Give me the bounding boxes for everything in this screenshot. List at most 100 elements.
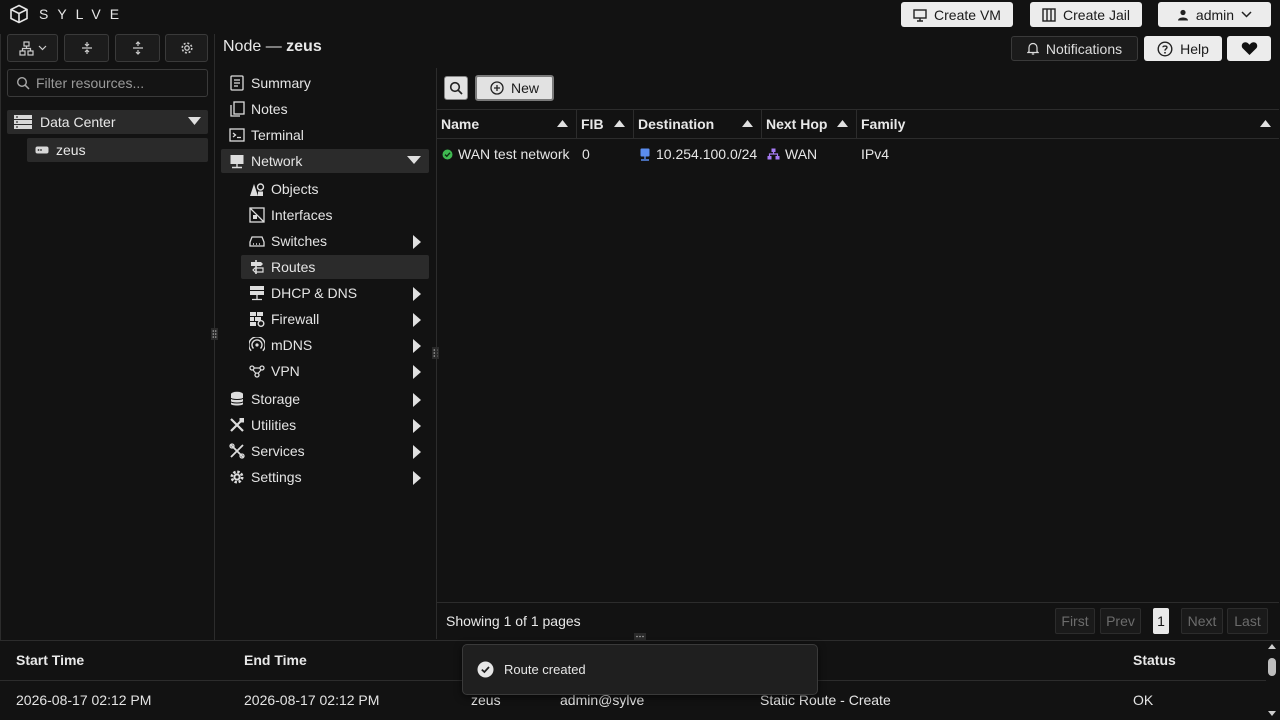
caret-right-icon <box>412 235 421 249</box>
node-label: zeus <box>56 142 86 158</box>
column-header-fib[interactable]: FIB <box>577 110 634 138</box>
donate-button[interactable] <box>1227 36 1271 61</box>
monitor-icon <box>913 8 927 22</box>
nav-item-settings[interactable]: Settings <box>221 465 429 489</box>
log-scrollbar[interactable] <box>1266 642 1278 718</box>
create-jail-button[interactable]: Create Jail <box>1030 2 1142 27</box>
nav-label: DHCP & DNS <box>271 285 358 301</box>
caret-right-icon <box>412 393 421 407</box>
nav-item-utilities[interactable]: Utilities <box>221 413 429 437</box>
gear-icon <box>180 41 194 55</box>
nav-item-vpn[interactable]: VPN <box>241 359 429 383</box>
log-header-status[interactable]: Status <box>1133 652 1176 668</box>
user-icon <box>1177 9 1189 21</box>
create-vm-button[interactable]: Create VM <box>901 2 1013 27</box>
sort-up-icon <box>837 120 848 127</box>
caret-down-icon[interactable] <box>188 117 201 125</box>
caret-right-icon <box>412 313 421 327</box>
last-page-button[interactable]: Last <box>1227 608 1268 634</box>
nav-item-summary[interactable]: Summary <box>221 71 429 95</box>
routes-icon <box>249 259 265 275</box>
nav-item-interfaces[interactable]: Interfaces <box>241 203 429 227</box>
cell-destination: 10.254.100.0/24 <box>639 145 757 163</box>
log-header-end-time[interactable]: End Time <box>244 652 307 668</box>
page-1-button[interactable]: 1 <box>1153 608 1169 634</box>
search-button[interactable] <box>444 76 468 100</box>
nav-item-objects[interactable]: Objects <box>241 177 429 201</box>
log-cell-status: OK <box>1133 692 1154 708</box>
nav-item-storage[interactable]: Storage <box>221 387 429 411</box>
app-title: SYLVE <box>39 6 129 22</box>
help-button[interactable]: Help <box>1144 36 1222 61</box>
log-header-start-time[interactable]: Start Time <box>16 652 84 668</box>
nav-item-network[interactable]: Network <box>221 149 429 173</box>
notes-icon <box>229 101 245 117</box>
first-page-button[interactable]: First <box>1055 608 1095 634</box>
nav-label: Summary <box>251 75 311 91</box>
nav-label: Switches <box>271 233 328 249</box>
sort-up-icon <box>557 120 568 127</box>
nav-label: Network <box>251 153 303 169</box>
status-ok-icon <box>442 149 453 160</box>
expand-icon <box>131 41 145 55</box>
prev-page-button[interactable]: Prev <box>1100 608 1141 634</box>
caret-down-icon <box>407 155 421 164</box>
services-icon <box>229 443 245 459</box>
log-cell-end: 2026-08-17 02:12 PM <box>244 692 380 708</box>
log-resize-handle[interactable] <box>634 633 646 640</box>
mdns-icon <box>249 337 265 353</box>
user-menu-button[interactable]: admin <box>1158 2 1271 27</box>
nav-item-notes[interactable]: Notes <box>221 97 429 121</box>
chevron-down-icon <box>1241 11 1252 18</box>
caret-right-icon <box>412 365 421 379</box>
bell-icon <box>1026 42 1039 55</box>
expand-all-button[interactable] <box>115 34 160 62</box>
nav-label: Storage <box>251 391 301 407</box>
app-logo[interactable]: SYLVE <box>9 4 128 24</box>
dhcp-icon <box>249 285 265 301</box>
nav-item-switches[interactable]: Switches <box>241 229 429 253</box>
nav-label: Objects <box>271 181 319 197</box>
notifications-button[interactable]: Notifications <box>1011 36 1138 61</box>
nav-item-terminal[interactable]: Terminal <box>221 123 429 147</box>
new-route-button[interactable]: New <box>475 75 554 101</box>
tree-view-toggle[interactable] <box>7 34 58 62</box>
nav-item-services[interactable]: Services <box>221 439 429 463</box>
collapse-all-button[interactable] <box>64 34 109 62</box>
nav-label: Settings <box>251 469 302 485</box>
column-header-family[interactable]: Family <box>857 110 1279 138</box>
chevron-down-icon <box>38 45 47 51</box>
search-icon <box>16 76 30 90</box>
column-header-destination[interactable]: Destination <box>634 110 762 138</box>
tree-settings-button[interactable] <box>165 34 208 62</box>
nav-label: Services <box>251 443 305 459</box>
next-page-button[interactable]: Next <box>1181 608 1223 634</box>
firewall-icon <box>249 311 265 327</box>
sort-up-icon <box>742 120 753 127</box>
hierarchy-icon <box>18 40 34 56</box>
pagination-summary: Showing 1 of 1 pages <box>446 613 581 629</box>
nav-item-dhcp-dns[interactable]: DHCP & DNS <box>241 281 429 305</box>
cell-name: WAN test network <box>442 145 570 163</box>
cell-next-hop: WAN <box>767 145 817 163</box>
nav-label: Notes <box>251 101 288 117</box>
create-jail-label: Create Jail <box>1063 6 1130 23</box>
tree-item-datacenter[interactable]: Data Center <box>7 110 208 134</box>
log-cell-start: 2026-08-17 02:12 PM <box>16 692 152 708</box>
resize-handle[interactable] <box>211 328 218 340</box>
caret-right-icon <box>412 471 421 485</box>
toast-notification[interactable]: Route created <box>462 644 818 695</box>
collapse-icon <box>80 41 94 55</box>
nav-item-firewall[interactable]: Firewall <box>241 307 429 331</box>
new-label: New <box>510 80 539 96</box>
tree-item-node-zeus[interactable]: zeus <box>27 138 208 162</box>
filter-resources-input[interactable]: Filter resources... <box>7 69 208 97</box>
sort-up-icon <box>614 120 625 127</box>
nav-item-routes[interactable]: Routes <box>241 255 429 279</box>
toast-message: Route created <box>504 662 586 677</box>
column-header-name[interactable]: Name <box>437 110 577 138</box>
check-circle-icon <box>477 661 494 678</box>
column-header-next-hop[interactable]: Next Hop <box>762 110 857 138</box>
plus-circle-icon <box>490 81 504 95</box>
nav-item-mdns[interactable]: mDNS <box>241 333 429 357</box>
